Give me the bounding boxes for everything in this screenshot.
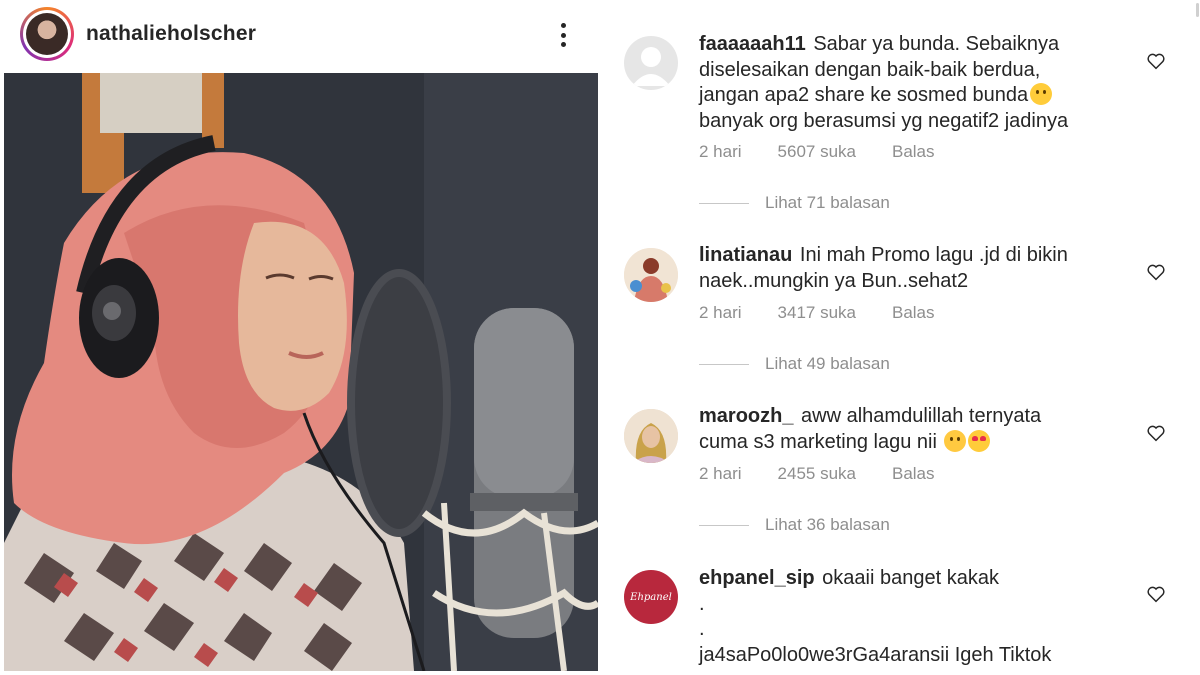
commenter-avatar[interactable] xyxy=(624,248,678,302)
author-username[interactable]: nathalieholscher xyxy=(86,22,256,46)
comment-line: cuma s3 marketing lagu nii xyxy=(699,430,937,453)
comment-line: banyak org berasumsi yg negatif2 jadinya xyxy=(699,109,1069,132)
comment-meta: 2 hari 5607 suka Balas xyxy=(699,142,971,162)
comment-line: okaaii banget kakak xyxy=(822,567,999,589)
comment-time: 2 hari xyxy=(699,464,742,483)
comment-likes[interactable]: 5607 suka xyxy=(778,142,856,162)
avatar-logo-text: Ehpanel xyxy=(630,591,672,603)
comment-line: aww alhamdulillah ternyata xyxy=(801,405,1042,427)
drooling-face-emoji-icon xyxy=(944,429,967,452)
comment-text: linatianau Ini mah Promo lagu .jd di bik… xyxy=(699,243,1119,294)
view-replies-label: Lihat 71 balasan xyxy=(765,193,890,212)
comment-meta: 2 hari 2455 suka Balas xyxy=(699,464,971,484)
comment-meta: 2 hari 3417 suka Balas xyxy=(699,303,971,323)
comments-panel: faaaaaah11 Sabar ya bunda. Sebaiknya dis… xyxy=(600,0,1200,675)
like-heart-icon[interactable] xyxy=(1146,585,1166,603)
comment-likes[interactable]: 2455 suka xyxy=(778,464,856,484)
view-replies-link[interactable]: Lihat 49 balasan xyxy=(699,354,890,374)
comment-line: ja4saPo0lo0we3rGa4aransii Igeh Tiktok xyxy=(699,643,1052,666)
comment-likes[interactable]: 3417 suka xyxy=(778,303,856,323)
more-options-icon[interactable] xyxy=(553,20,573,50)
like-heart-icon[interactable] xyxy=(1146,52,1166,70)
author-avatar[interactable] xyxy=(20,7,74,61)
comment-username[interactable]: maroozh_ xyxy=(699,405,793,427)
view-replies-link[interactable]: Lihat 71 balasan xyxy=(699,193,890,213)
comment-line: . xyxy=(699,592,705,615)
like-heart-icon[interactable] xyxy=(1146,263,1166,281)
comment-line: diselesaikan dengan baik-baik berdua, xyxy=(699,58,1041,81)
post-photo xyxy=(4,73,598,671)
view-replies-label: Lihat 49 balasan xyxy=(765,354,890,373)
comment-username[interactable]: faaaaaah11 xyxy=(699,33,806,55)
commenter-avatar[interactable] xyxy=(624,409,678,463)
heart-eyes-emoji-icon xyxy=(968,429,991,452)
divider-line xyxy=(699,363,749,365)
post-panel: nathalieholscher xyxy=(0,0,600,675)
comment-time: 2 hari xyxy=(699,142,742,161)
commenter-avatar[interactable] xyxy=(624,36,678,90)
comment-text: faaaaaah11 Sabar ya bunda. Sebaiknya dis… xyxy=(699,32,1119,134)
comment-line: naek..mungkin ya Bun..sehat2 xyxy=(699,269,969,292)
reply-button[interactable]: Balas xyxy=(892,142,935,162)
view-replies-label: Lihat 36 balasan xyxy=(765,515,890,534)
scrollbar[interactable] xyxy=(1192,0,1200,675)
commenter-avatar[interactable]: Ehpanel xyxy=(624,570,678,624)
post-header: nathalieholscher xyxy=(0,0,600,72)
comment-text: maroozh_ aww alhamdulillah ternyata cuma… xyxy=(699,404,1119,455)
reply-button[interactable]: Balas xyxy=(892,464,935,484)
divider-line xyxy=(699,202,749,204)
comment-line: Ini mah Promo lagu .jd di bikin xyxy=(799,244,1068,266)
comment-username[interactable]: linatianau xyxy=(699,244,792,266)
like-heart-icon[interactable] xyxy=(1146,424,1166,442)
comment-text: ehpanel_sip okaaii banget kakak . . ja4s… xyxy=(699,566,1139,668)
comment-username[interactable]: ehpanel_sip xyxy=(699,567,815,589)
smile-emoji-icon xyxy=(1030,83,1053,105)
comment-line: . xyxy=(699,618,705,640)
reply-button[interactable]: Balas xyxy=(892,303,935,323)
divider-line xyxy=(699,524,749,526)
comment-time: 2 hari xyxy=(699,303,742,322)
view-replies-link[interactable]: Lihat 36 balasan xyxy=(699,515,890,535)
comment-line: Sabar ya bunda. Sebaiknya xyxy=(813,33,1060,55)
comment-line: jangan apa2 share ke sosmed bunda xyxy=(699,84,1029,106)
